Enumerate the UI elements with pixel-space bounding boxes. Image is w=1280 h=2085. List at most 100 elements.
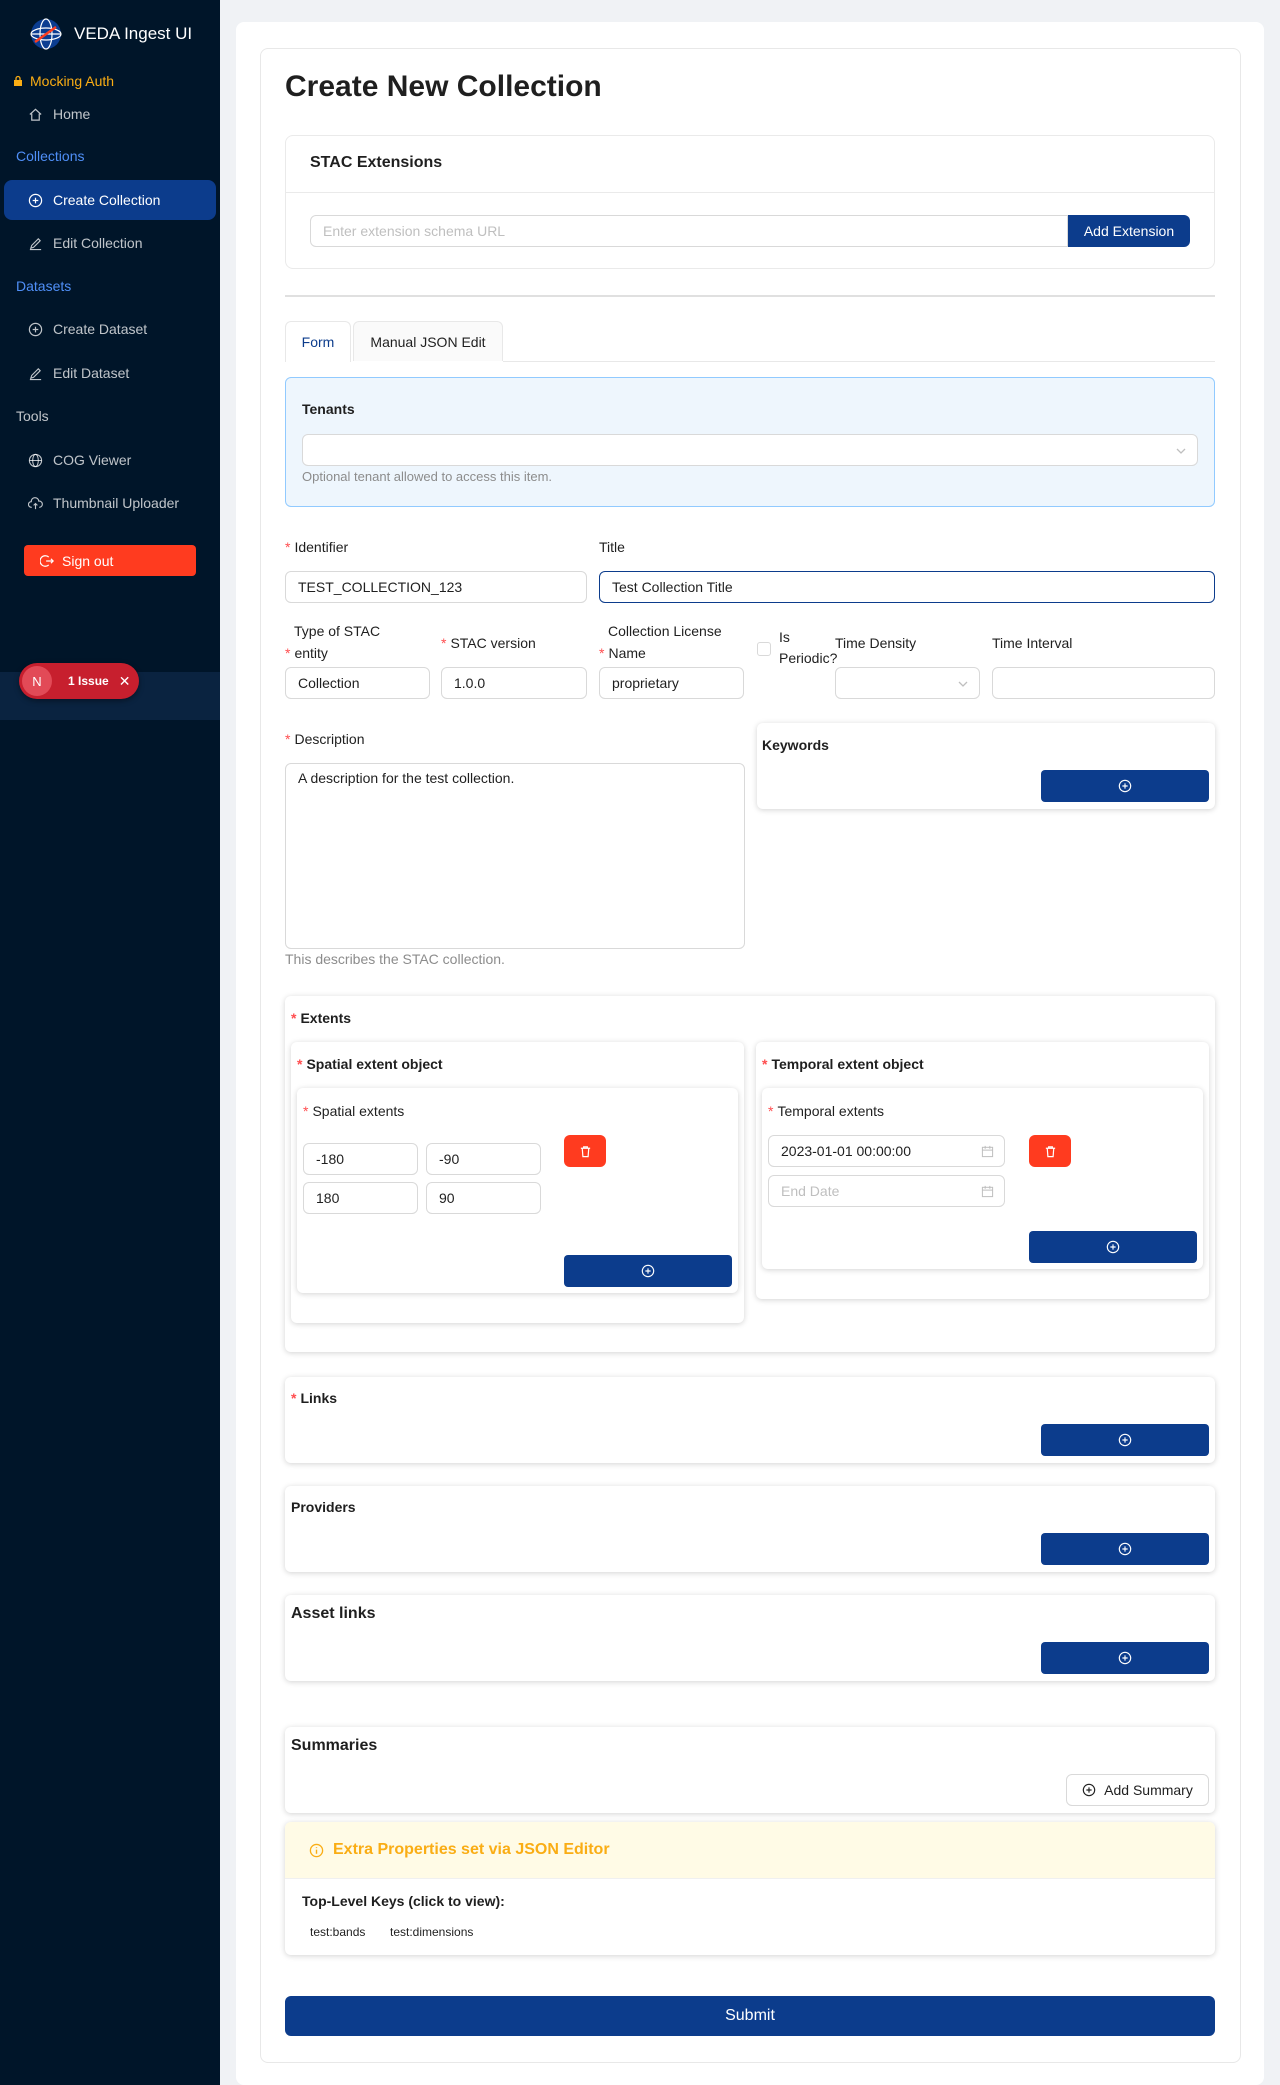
sidebar-item-edit-collection[interactable]: Edit Collection	[4, 223, 216, 263]
tab-underline	[503, 361, 1215, 362]
plus-circle-icon	[1106, 1240, 1120, 1254]
is-periodic-checkbox[interactable]	[757, 642, 771, 656]
extents-title: * Extents	[291, 1010, 352, 1026]
sidebar-item-label: Edit Dataset	[53, 365, 130, 381]
temporal-extents-label-text: Temporal extents	[777, 1103, 885, 1119]
tenants-label: Tenants	[302, 401, 355, 417]
add-spatial-extent-button[interactable]	[564, 1255, 732, 1287]
plus-circle-icon	[1118, 1433, 1132, 1447]
time-density-label: Time Density	[835, 635, 917, 651]
type-label: Type of STAC * entity	[285, 620, 380, 664]
nav-group-collections: Collections	[16, 148, 85, 164]
sidebar-item-thumbnail-uploader[interactable]: Thumbnail Uploader	[4, 483, 216, 523]
info-circle-icon	[309, 1843, 324, 1858]
title-input[interactable]: Test Collection Title	[599, 571, 1215, 603]
submit-button[interactable]: Submit	[285, 1996, 1215, 2036]
stac-version-input[interactable]: 1.0.0	[441, 667, 587, 699]
add-asset-link-button[interactable]	[1041, 1642, 1209, 1674]
time-interval-label: Time Interval	[992, 635, 1073, 651]
logout-icon	[40, 554, 54, 567]
description-help: This describes the STAC collection.	[285, 951, 505, 967]
add-summary-button[interactable]: Add Summary	[1066, 1774, 1209, 1806]
top-level-keys-label: Top-Level Keys (click to view):	[302, 1893, 505, 1909]
add-extension-button[interactable]: Add Extension	[1068, 215, 1190, 247]
calendar-icon	[981, 1145, 994, 1158]
chevron-down-icon	[958, 681, 968, 687]
summaries-title: Summaries	[291, 1737, 378, 1754]
license-input[interactable]: proprietary	[599, 667, 744, 699]
tenants-help: Optional tenant allowed to access this i…	[302, 469, 553, 484]
links-title: * Links	[291, 1390, 338, 1406]
spatial-extent-title: * Spatial extent object	[297, 1056, 443, 1072]
add-temporal-extent-button[interactable]	[1029, 1231, 1197, 1263]
description-textarea[interactable]: A description for the test collection.	[285, 763, 745, 949]
spatial-extents-label-text: Spatial extents	[312, 1103, 405, 1119]
license-label: Collection License * Name	[599, 620, 722, 664]
sidebar-item-create-dataset[interactable]: Create Dataset	[4, 309, 216, 349]
sidebar-item-label: Create Collection	[53, 192, 161, 208]
extra-properties-title: Extra Properties set via JSON Editor	[333, 1841, 610, 1858]
end-date-picker[interactable]: End Date	[768, 1175, 1005, 1207]
sidebar-item-create-collection[interactable]: Create Collection	[4, 180, 216, 220]
key-tag-test-bands[interactable]: test:bands	[310, 1925, 365, 1939]
add-keyword-button[interactable]	[1041, 770, 1209, 802]
add-provider-button[interactable]	[1041, 1533, 1209, 1565]
edit-icon	[29, 367, 42, 380]
nav-group-tools: Tools	[16, 408, 49, 424]
home-icon	[29, 108, 42, 121]
stac-extensions-title: STAC Extensions	[310, 154, 443, 171]
bbox-north-input[interactable]: 90	[426, 1182, 541, 1214]
asset-links-title: Asset links	[291, 1605, 376, 1622]
identifier-label: * Identifier	[285, 539, 349, 555]
tenants-select[interactable]	[302, 434, 1198, 466]
time-density-select[interactable]	[835, 667, 980, 699]
temporal-extent-title-text: Temporal extent object	[771, 1056, 924, 1072]
spatial-extent-title-text: Spatial extent object	[306, 1056, 443, 1072]
brand[interactable]: VEDA Ingest UI	[30, 18, 192, 50]
type-label-line1: Type of STAC	[294, 623, 381, 639]
start-date-picker[interactable]: 2023-01-01 00:00:00	[768, 1135, 1005, 1167]
issues-badge[interactable]: N 1 Issue ✕	[19, 663, 139, 699]
description-label: * Description	[285, 731, 365, 747]
globe-logo-icon	[30, 18, 62, 50]
plus-circle-icon	[641, 1264, 655, 1278]
mock-auth-label: Mocking Auth	[30, 73, 115, 89]
bbox-west-input[interactable]: -180	[303, 1143, 418, 1175]
sidebar-item-home[interactable]: Home	[4, 94, 216, 134]
type-input[interactable]: Collection	[285, 667, 430, 699]
bbox-south-input[interactable]: -90	[426, 1143, 541, 1175]
license-label-line2: Name	[608, 645, 646, 661]
add-summary-label: Add Summary	[1104, 1782, 1193, 1798]
sidebar-item-label: COG Viewer	[53, 452, 132, 468]
sign-out-button[interactable]: Sign out	[24, 545, 196, 576]
plus-circle-icon	[1118, 1651, 1132, 1665]
tab-manual-json-edit[interactable]: Manual JSON Edit	[353, 321, 503, 361]
tab-form[interactable]: Form	[285, 321, 351, 362]
delete-temporal-extent-button[interactable]	[1029, 1135, 1071, 1167]
sidebar-item-edit-dataset[interactable]: Edit Dataset	[4, 353, 216, 393]
temporal-extent-title: * Temporal extent object	[762, 1056, 924, 1072]
time-interval-input[interactable]	[992, 667, 1215, 699]
section-divider	[285, 295, 1215, 297]
delete-spatial-extent-button[interactable]	[564, 1135, 606, 1167]
plus-circle-icon	[28, 322, 43, 336]
start-date-value: 2023-01-01 00:00:00	[781, 1143, 911, 1159]
chevron-down-icon	[1176, 448, 1186, 454]
trash-icon	[580, 1145, 590, 1157]
license-label-line1: Collection License	[608, 623, 722, 639]
close-icon[interactable]: ✕	[119, 673, 131, 690]
identifier-input[interactable]: TEST_COLLECTION_123	[285, 571, 587, 603]
add-link-button[interactable]	[1041, 1424, 1209, 1456]
sidebar-item-cog-viewer[interactable]: COG Viewer	[4, 440, 216, 480]
temporal-extents-label: * Temporal extents	[768, 1103, 885, 1119]
type-label-line2: entity	[294, 645, 328, 661]
issues-count: 1 Issue	[68, 674, 109, 688]
key-tag-test-dimensions[interactable]: test:dimensions	[390, 1925, 473, 1939]
keywords-title: Keywords	[762, 737, 829, 753]
providers-title: Providers	[291, 1499, 356, 1515]
plus-circle-icon	[1118, 1542, 1132, 1556]
extension-url-input[interactable]: Enter extension schema URL	[310, 215, 1068, 247]
title-label: Title	[599, 539, 625, 555]
bbox-east-input[interactable]: 180	[303, 1182, 418, 1214]
edit-icon	[29, 237, 42, 250]
